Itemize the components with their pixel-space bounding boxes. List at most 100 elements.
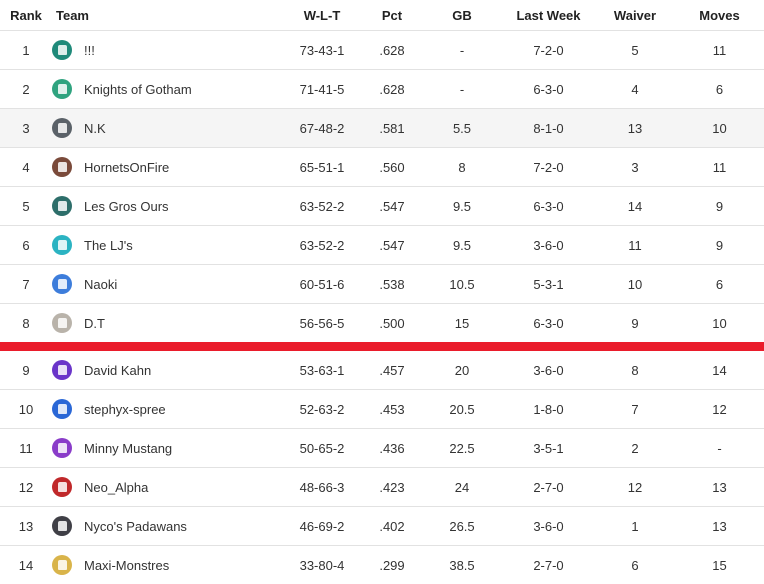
moves-cell: 10 [675,109,764,148]
team-name-link[interactable]: Nyco's Padawans [84,519,187,534]
table-row: 8D.T56-56-5.500156-3-0910 [0,304,764,347]
waiver-cell: 13 [595,109,675,148]
wlt-cell: 60-51-6 [282,265,362,304]
header-gb[interactable]: GB [422,0,502,31]
last-week-cell: 7-2-0 [502,148,595,187]
last-week-cell: 7-2-0 [502,31,595,70]
waiver-cell: 12 [595,468,675,507]
gb-cell: 5.5 [422,109,502,148]
pct-cell: .453 [362,390,422,429]
team-info: Maxi-Monstres [52,555,282,575]
team-cell: Les Gros Ours [52,187,282,226]
waiver-cell: 9 [595,304,675,347]
last-week-cell: 2-7-0 [502,468,595,507]
team-name-link[interactable]: Les Gros Ours [84,199,169,214]
wlt-cell: 50-65-2 [282,429,362,468]
waiver-cell: 6 [595,546,675,584]
header-waiver[interactable]: Waiver [595,0,675,31]
last-week-cell: 5-3-1 [502,265,595,304]
team-name-link[interactable]: !!! [84,43,95,58]
team-info: The LJ's [52,235,282,255]
team-name-link[interactable]: stephyx-spree [84,402,166,417]
team-logo-jersey-icon[interactable] [52,118,72,138]
wlt-cell: 48-66-3 [282,468,362,507]
standings-body: 1!!!73-43-1.628-7-2-05112Knights of Goth… [0,31,764,584]
phoenix-icon [58,482,67,492]
bear-icon [58,201,67,211]
wlt-cell: 63-52-2 [282,226,362,265]
header-team[interactable]: Team [52,0,282,31]
team-info: Naoki [52,274,282,294]
team-name-link[interactable]: Minny Mustang [84,441,172,456]
moves-cell: 13 [675,468,764,507]
team-name-link[interactable]: David Kahn [84,363,151,378]
team-name-link[interactable]: D.T [84,316,105,331]
header-moves[interactable]: Moves [675,0,764,31]
waiver-cell: 5 [595,31,675,70]
moves-cell: 10 [675,304,764,347]
team-name-link[interactable]: Naoki [84,277,117,292]
team-logo-phoenix-icon[interactable] [52,477,72,497]
pct-cell: .299 [362,546,422,584]
team-logo-figure-icon[interactable] [52,516,72,536]
jersey-icon [58,84,67,94]
pct-cell: .547 [362,226,422,265]
team-cell: Neo_Alpha [52,468,282,507]
waiver-cell: 4 [595,70,675,109]
waiver-cell: 8 [595,347,675,390]
wlt-cell: 71-41-5 [282,70,362,109]
last-week-cell: 1-8-0 [502,390,595,429]
hornet-icon [58,162,67,172]
wlt-cell: 67-48-2 [282,109,362,148]
team-name-link[interactable]: Knights of Gotham [84,82,192,97]
rank-cell: 1 [0,31,52,70]
team-name-link[interactable]: The LJ's [84,238,133,253]
team-logo-jersey-icon[interactable] [52,40,72,60]
team-cell: Naoki [52,265,282,304]
rank-cell: 5 [0,187,52,226]
moves-cell: 11 [675,148,764,187]
wlt-cell: 33-80-4 [282,546,362,584]
table-row: 13Nyco's Padawans46-69-2.40226.53-6-0113 [0,507,764,546]
team-logo-photo-icon[interactable] [52,313,72,333]
waiver-cell: 10 [595,265,675,304]
team-logo-hornet-icon[interactable] [52,157,72,177]
team-logo-jersey-icon[interactable] [52,274,72,294]
gb-cell: 10.5 [422,265,502,304]
header-wlt[interactable]: W-L-T [282,0,362,31]
waiver-cell: 11 [595,226,675,265]
moves-cell: 9 [675,226,764,265]
header-last-week[interactable]: Last Week [502,0,595,31]
team-name-link[interactable]: N.K [84,121,106,136]
header-rank[interactable]: Rank [0,0,52,31]
team-logo-jersey-icon[interactable] [52,235,72,255]
team-info: Knights of Gotham [52,79,282,99]
team-cell: D.T [52,304,282,347]
team-logo-jersey-icon[interactable] [52,79,72,99]
rank-cell: 9 [0,347,52,390]
moves-cell: 6 [675,265,764,304]
gb-cell: 26.5 [422,507,502,546]
last-week-cell: 6-3-0 [502,187,595,226]
rank-cell: 7 [0,265,52,304]
team-logo-monster-icon[interactable] [52,555,72,575]
table-row: 11Minny Mustang50-65-2.43622.53-5-12- [0,429,764,468]
team-logo-jersey-icon[interactable] [52,360,72,380]
team-info: David Kahn [52,360,282,380]
gb-cell: 9.5 [422,187,502,226]
table-row: 10stephyx-spree52-63-2.45320.51-8-0712 [0,390,764,429]
team-cell: Minny Mustang [52,429,282,468]
team-info: Nyco's Padawans [52,516,282,536]
last-week-cell: 3-6-0 [502,507,595,546]
table-row: 3N.K67-48-2.5815.58-1-01310 [0,109,764,148]
jersey-icon [58,443,67,453]
team-logo-jersey-icon[interactable] [52,438,72,458]
team-logo-bear-icon[interactable] [52,196,72,216]
wlt-cell: 65-51-1 [282,148,362,187]
team-logo-jersey-icon[interactable] [52,399,72,419]
team-name-link[interactable]: Neo_Alpha [84,480,148,495]
team-name-link[interactable]: Maxi-Monstres [84,558,169,573]
header-pct[interactable]: Pct [362,0,422,31]
team-name-link[interactable]: HornetsOnFire [84,160,169,175]
header-row: Rank Team W-L-T Pct GB Last Week Waiver … [0,0,764,31]
